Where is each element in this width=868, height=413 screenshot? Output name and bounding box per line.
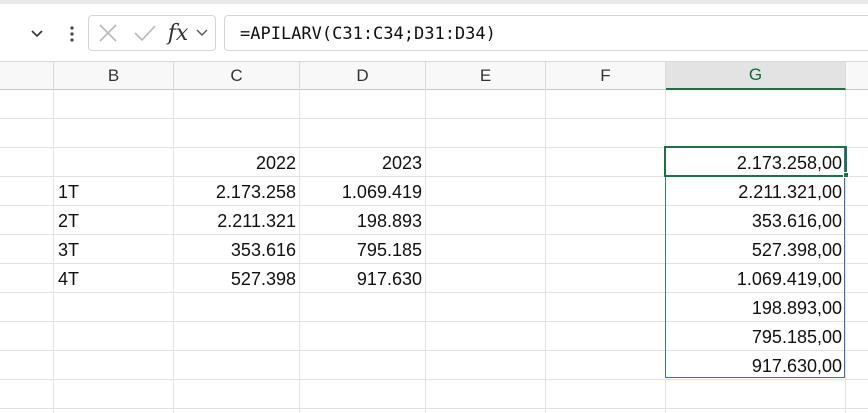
cell-d-value[interactable]: 795.185 [300, 235, 426, 263]
column-header-f[interactable]: F [546, 62, 666, 90]
column-header-h-partial[interactable] [846, 62, 868, 90]
column-header-b[interactable]: B [54, 62, 174, 90]
cell-d-value[interactable]: 198.893 [300, 206, 426, 234]
column-header-e[interactable]: E [426, 62, 546, 90]
cell-c-year[interactable]: 2022 [174, 148, 300, 176]
more-options-button[interactable] [66, 20, 78, 48]
fx-icon: fx [167, 20, 189, 46]
cell-c-value[interactable]: 2.173.258 [174, 177, 300, 205]
cell-b-label[interactable]: 4T [54, 264, 174, 292]
formula-input[interactable]: =APILARV(C31:C34;D31:D34) [224, 15, 868, 51]
column-header-a-partial[interactable] [0, 62, 54, 90]
vertical-ellipsis-icon [70, 26, 74, 42]
cell-d-year[interactable]: 2023 [300, 148, 426, 176]
formula-buttons: fx [88, 15, 216, 51]
enter-button[interactable] [131, 16, 159, 50]
cell-b-label[interactable]: 2T [54, 206, 174, 234]
formula-bar: fx =APILARV(C31:C34;D31:D34) [0, 0, 868, 62]
grid-line [545, 90, 546, 413]
column-header-c[interactable]: C [174, 62, 300, 90]
cell-c-value[interactable]: 353.616 [174, 235, 300, 263]
column-headers: B C D E F G [0, 61, 868, 90]
function-dropdown-button[interactable] [193, 16, 211, 50]
spill-range-border [665, 147, 845, 378]
cell-c-value[interactable]: 2.211.321 [174, 206, 300, 234]
column-header-d[interactable]: D [300, 62, 426, 90]
cell-d-value[interactable]: 917.630 [300, 264, 426, 292]
check-icon [134, 25, 156, 42]
name-box-dropdown[interactable] [24, 21, 50, 47]
chevron-down-icon [196, 29, 208, 36]
fill-handle[interactable] [843, 172, 849, 178]
column-header-g[interactable]: G [666, 62, 846, 90]
cell-b-label[interactable]: 1T [54, 177, 174, 205]
insert-function-button[interactable]: fx [165, 16, 191, 50]
close-icon [99, 24, 117, 42]
cell-b-label[interactable]: 3T [54, 235, 174, 263]
cell-c-value[interactable]: 527.398 [174, 264, 300, 292]
grid-line [0, 118, 868, 119]
cancel-button[interactable] [95, 16, 121, 50]
grid-line [0, 379, 868, 380]
chevron-down-icon [31, 30, 43, 38]
grid-line [0, 408, 868, 409]
active-cell-border [664, 146, 847, 177]
cell-d-value[interactable]: 1.069.419 [300, 177, 426, 205]
ribbon-bottom-edge [0, 0, 868, 4]
